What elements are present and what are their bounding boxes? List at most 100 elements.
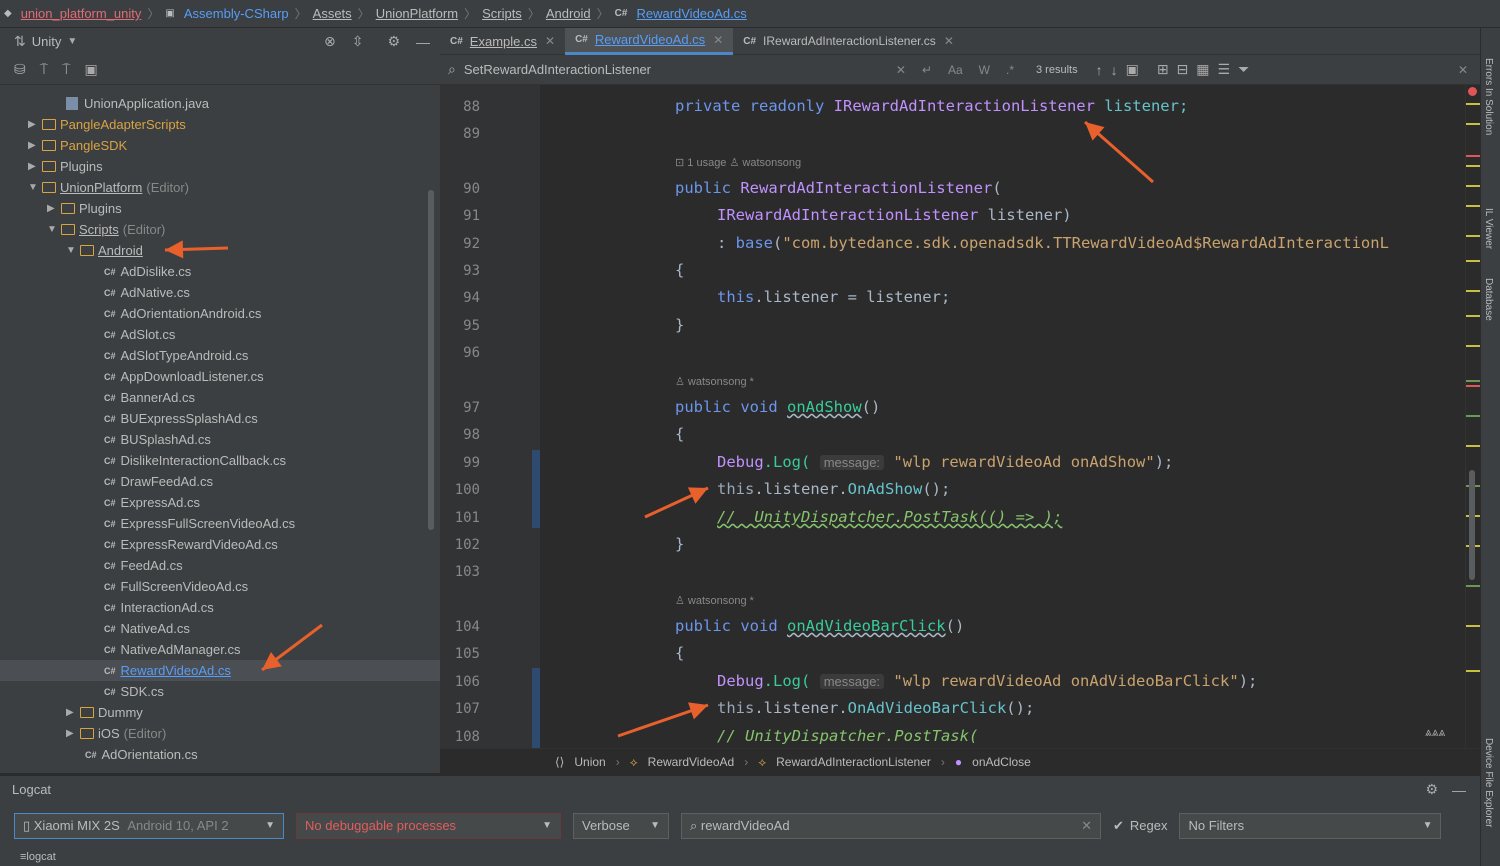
line-number[interactable]: 99 (440, 453, 480, 473)
arrow-down-icon[interactable]: ↓ (1111, 62, 1118, 78)
stripe-marker[interactable] (1466, 445, 1480, 447)
line-number[interactable]: 90 (440, 179, 480, 199)
locate-icon[interactable]: ⊗ (324, 33, 336, 50)
ecrumb-namespace[interactable]: Union (574, 755, 605, 769)
chevron-right-icon[interactable]: ▶ (28, 140, 42, 151)
breadcrumb-android[interactable]: Android (546, 6, 591, 21)
clear-icon[interactable]: ✕ (1081, 818, 1092, 834)
tree-item[interactable]: C# RewardVideoAd.cs (0, 660, 440, 681)
tree-item[interactable]: C# AdOrientation.cs (0, 744, 440, 765)
select-all-icon[interactable]: ▦ (1196, 61, 1209, 78)
tree-item[interactable]: UnionApplication.java (0, 93, 440, 114)
stripe-marker[interactable] (1466, 205, 1480, 207)
line-number[interactable]: 89 (440, 124, 480, 144)
breadcrumb-assets[interactable]: Assets (313, 6, 352, 21)
arrow-up-icon[interactable]: ↑ (1096, 62, 1103, 78)
ecrumb-inner-class[interactable]: RewardAdInteractionListener (776, 755, 931, 769)
match-case-toggle[interactable]: Aa (948, 63, 963, 77)
clear-icon[interactable]: ✕ (896, 63, 906, 77)
code-editor[interactable]: private readonly IRewardAdInteractionLis… (540, 85, 1465, 748)
newline-icon[interactable]: ↵ (922, 63, 932, 77)
tree-item[interactable]: C# ExpressRewardVideoAd.cs (0, 534, 440, 555)
tool-errors-in-solution[interactable]: Errors In Solution (1483, 58, 1494, 135)
chevron-right-icon[interactable]: ▶ (47, 203, 61, 214)
stripe-marker[interactable] (1466, 103, 1480, 105)
line-number[interactable]: 100 (440, 480, 480, 500)
stripe-marker[interactable] (1466, 155, 1480, 157)
line-number[interactable]: 96 (440, 343, 480, 363)
close-find-icon[interactable]: ✕ (1458, 63, 1468, 77)
tool-device-file-explorer[interactable]: Device File Explorer (1483, 738, 1494, 827)
log-level-select[interactable]: Verbose ▼ (573, 812, 669, 839)
tree-item[interactable]: C# AdSlot.cs (0, 324, 440, 345)
hide-panel-icon[interactable]: — (1452, 782, 1466, 798)
chevron-down-icon[interactable]: ▼ (47, 224, 61, 235)
preview-icon[interactable]: ▣ (85, 61, 98, 78)
line-number-gutter[interactable]: 88 89 90 91 92 93 94 95 96 97 98 99 100 101 102 103 104 1… (440, 85, 540, 748)
stripe-marker[interactable] (1466, 185, 1480, 187)
line-number[interactable]: 103 (440, 562, 480, 582)
tab-irewardadinteractionlistener[interactable]: C# IRewardAdInteractionListener.cs ✕ (733, 28, 964, 55)
tree-item[interactable]: ▶ PangleSDK (0, 135, 440, 156)
tree-item[interactable]: C# ExpressFullScreenVideoAd.cs (0, 513, 440, 534)
process-select[interactable]: No debuggable processes ▼ (296, 812, 561, 839)
editor-scrollbar[interactable] (1469, 470, 1475, 580)
stripe-marker[interactable] (1466, 415, 1480, 417)
whole-words-toggle[interactable]: W (979, 63, 990, 77)
reader-mode-icon[interactable]: ⩓⩓⩓ (1425, 725, 1445, 740)
tree-item[interactable]: C# BUExpressSplashAd.cs (0, 408, 440, 429)
regex-checkbox[interactable]: ✔ Regex (1113, 818, 1167, 834)
line-number[interactable]: 93 (440, 261, 480, 281)
line-number[interactable]: 102 (440, 535, 480, 555)
logcat-tab[interactable]: ≡ logcat (0, 848, 1480, 866)
tree-item[interactable]: C# DislikeInteractionCallback.cs (0, 450, 440, 471)
tree-item[interactable]: C# AdOrientationAndroid.cs (0, 303, 440, 324)
tab-rewardvideoad[interactable]: C# RewardVideoAd.cs ✕ (565, 27, 734, 55)
stripe-marker[interactable] (1466, 235, 1480, 237)
tree-item[interactable]: C# AdDislike.cs (0, 261, 440, 282)
line-number[interactable]: 106 (440, 672, 480, 692)
tool-database[interactable]: Database (1483, 278, 1494, 321)
tree-item[interactable]: ▶ iOS (Editor) (0, 723, 440, 744)
tree-item[interactable]: ▼ Android (0, 240, 440, 261)
stripe-marker[interactable] (1466, 385, 1480, 387)
tree-item[interactable]: C# DrawFeedAd.cs (0, 471, 440, 492)
remove-selection-icon[interactable]: ⊟ (1177, 61, 1189, 78)
stripe-marker[interactable] (1466, 290, 1480, 292)
regex-toggle[interactable]: .* (1006, 63, 1014, 77)
filter-icon[interactable]: ⏷ (1238, 61, 1249, 78)
project-scrollbar[interactable] (428, 190, 434, 530)
tree-item[interactable]: C# NativeAdManager.cs (0, 639, 440, 660)
line-number[interactable]: 108 (440, 727, 480, 747)
line-number[interactable]: 98 (440, 425, 480, 445)
pin-icon[interactable]: ⍑ (40, 61, 48, 78)
tree-item[interactable]: C# AdNative.cs (0, 282, 440, 303)
filter-config-select[interactable]: No Filters ▼ (1179, 812, 1442, 839)
tree-item[interactable]: C# InteractionAd.cs (0, 597, 440, 618)
collapse-all-icon[interactable]: ⇳ (352, 33, 364, 50)
author-hint[interactable]: ♙ watsonsong * (675, 374, 754, 390)
breadcrumb-unionplatform[interactable]: UnionPlatform (376, 6, 458, 21)
line-number[interactable]: 88 (440, 97, 480, 117)
logcat-search-field[interactable]: ⌕ rewardVideoAd ✕ (681, 812, 1101, 839)
breadcrumb-scripts[interactable]: Scripts (482, 6, 522, 21)
tree-item[interactable]: ▼ Scripts (Editor) (0, 219, 440, 240)
tree-item[interactable]: ▶ Plugins (0, 198, 440, 219)
stripe-marker[interactable] (1466, 345, 1480, 347)
stripe-marker[interactable] (1466, 670, 1480, 672)
tree-item[interactable]: ▶ Plugins (0, 156, 440, 177)
stripe-marker[interactable] (1466, 260, 1480, 262)
tree-item[interactable]: C# BannerAd.cs (0, 387, 440, 408)
add-selection-icon[interactable]: ⊞ (1157, 61, 1169, 78)
chevron-right-icon[interactable]: ▶ (28, 161, 42, 172)
line-number[interactable]: 104 (440, 617, 480, 637)
tree-item[interactable]: ▼ UnionPlatform (Editor) (0, 177, 440, 198)
line-number[interactable]: 101 (440, 508, 480, 528)
stripe-marker[interactable] (1466, 315, 1480, 317)
search-icon[interactable]: ⌕ (448, 61, 456, 78)
line-number[interactable]: 95 (440, 316, 480, 336)
error-stripe[interactable] (1465, 85, 1480, 748)
tool-il-viewer[interactable]: IL Viewer (1483, 208, 1494, 249)
tree-item[interactable]: ▶ PangleAdapterScripts (0, 114, 440, 135)
ecrumb-class[interactable]: RewardVideoAd (648, 755, 735, 769)
